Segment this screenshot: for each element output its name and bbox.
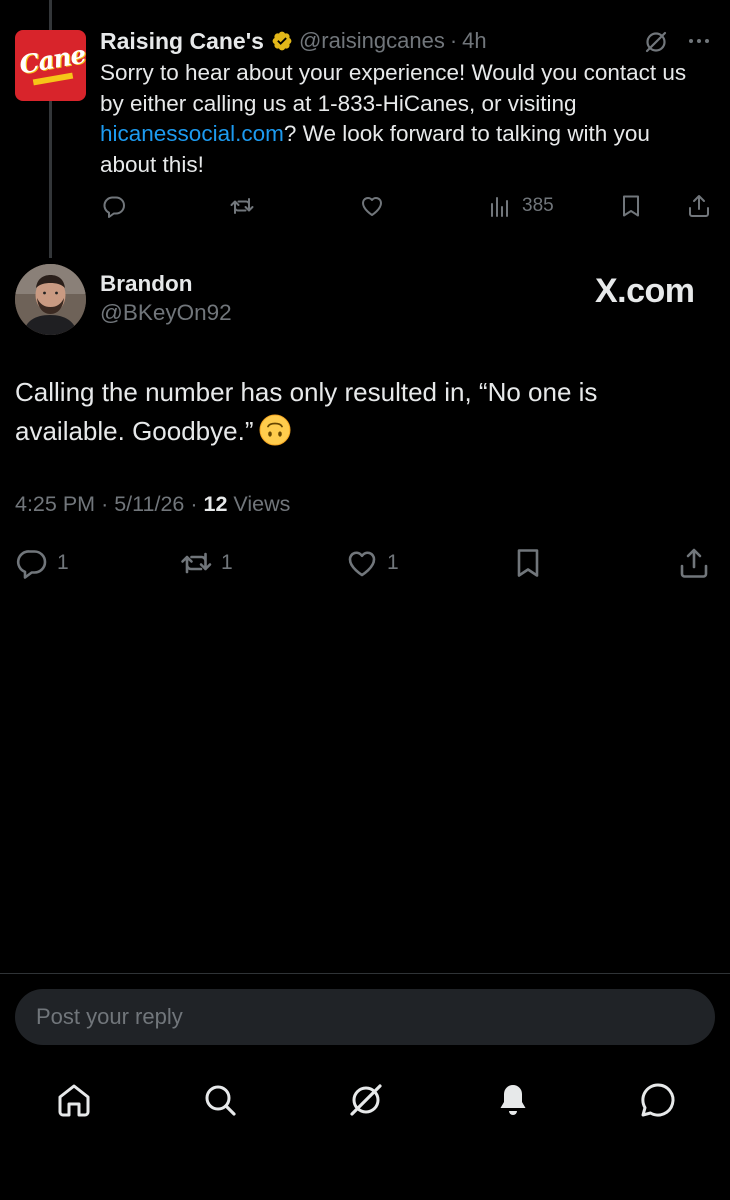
like-button[interactable]: 1	[345, 544, 399, 582]
retweet-icon	[230, 198, 254, 214]
main-tweet-body: Calling the number has only resulted in,…	[15, 377, 598, 446]
main-author-name[interactable]: Brandon	[100, 271, 193, 297]
notifications-icon	[500, 1085, 526, 1115]
bookmark-button[interactable]	[511, 544, 545, 582]
nav-messages[interactable]	[638, 1080, 678, 1120]
parent-tweet-text: Sorry to hear about your experience! Wou…	[100, 58, 710, 180]
views-label: Views	[233, 492, 291, 516]
upside-down-face-emoji-icon	[259, 414, 291, 446]
views-count[interactable]: 12	[204, 492, 228, 516]
brandon-avatar[interactable]	[15, 264, 86, 335]
share-button[interactable]	[677, 544, 711, 582]
bottom-nav	[0, 1070, 730, 1130]
parent-author-handle[interactable]: @raisingcanes	[299, 28, 445, 54]
bookmark-icon	[517, 549, 539, 577]
parent-tweet-link[interactable]: hicanessocial.com	[100, 121, 284, 146]
bookmark-icon	[623, 195, 639, 217]
like-icon	[348, 551, 376, 577]
more-options-icon[interactable]	[686, 30, 712, 52]
reply-bar-divider	[0, 973, 730, 974]
share-icon	[689, 195, 709, 217]
views-icon	[491, 197, 508, 217]
nav-notifications[interactable]	[493, 1080, 533, 1120]
x-com-watermark: X.com	[595, 272, 695, 310]
parent-like-button[interactable]	[359, 190, 385, 222]
search-icon	[205, 1085, 236, 1116]
messages-icon	[641, 1083, 675, 1117]
parent-author-name[interactable]: Raising Cane's	[100, 28, 264, 55]
verified-badge-icon	[271, 30, 293, 52]
tweet-time[interactable]: 4:25 PM	[15, 492, 95, 516]
main-tweet-actions: 1 1 1	[0, 544, 730, 584]
parent-tweet-header: Raising Cane's @raisingcanes · 4h	[100, 26, 487, 56]
reply-icon	[103, 196, 125, 218]
parent-tweet-time[interactable]: 4h	[462, 28, 486, 54]
parent-header-separator: ·	[449, 28, 458, 53]
retweet-button[interactable]: 1	[179, 544, 233, 582]
parent-retweet-button[interactable]	[229, 190, 255, 222]
parent-tweet-actions: 385	[0, 190, 730, 224]
parent-views-count: 385	[522, 195, 554, 216]
reply-icon	[16, 550, 47, 579]
canes-logo-text: Canes	[17, 37, 86, 80]
grok-icon	[350, 1084, 382, 1116]
grok-icon[interactable]	[642, 28, 670, 56]
tweet-date[interactable]: 5/11/26	[114, 492, 184, 516]
like-count: 1	[387, 551, 399, 574]
parent-bookmark-button[interactable]	[618, 190, 644, 222]
reply-button[interactable]: 1	[15, 544, 69, 582]
meta-separator-2: ·	[190, 492, 198, 516]
parent-share-button[interactable]	[686, 190, 712, 222]
tweet-meta: 4:25 PM · 5/11/26 · 12 Views	[15, 492, 290, 517]
main-tweet-text: Calling the number has only resulted in,…	[15, 373, 705, 451]
like-icon	[362, 197, 382, 216]
retweet-count: 1	[221, 551, 233, 574]
parent-text-prefix: Sorry to hear about your experience! Wou…	[100, 60, 687, 116]
parent-views-button[interactable]: 385	[488, 190, 554, 222]
nav-grok[interactable]	[346, 1080, 386, 1120]
parent-reply-button[interactable]	[101, 190, 127, 222]
reply-count: 1	[57, 551, 69, 574]
retweet-icon	[181, 552, 212, 574]
home-icon	[58, 1084, 90, 1117]
reply-input[interactable]	[15, 989, 715, 1045]
raising-canes-avatar[interactable]: Canes	[15, 30, 86, 101]
meta-separator-1: ·	[101, 492, 109, 516]
nav-search[interactable]	[200, 1080, 240, 1120]
parent-tweet[interactable]: Canes Raising Cane's @raisingcanes · 4h …	[0, 0, 730, 260]
nav-home[interactable]	[54, 1080, 94, 1120]
main-author-handle[interactable]: @BKeyOn92	[100, 300, 232, 326]
share-icon	[680, 548, 708, 578]
